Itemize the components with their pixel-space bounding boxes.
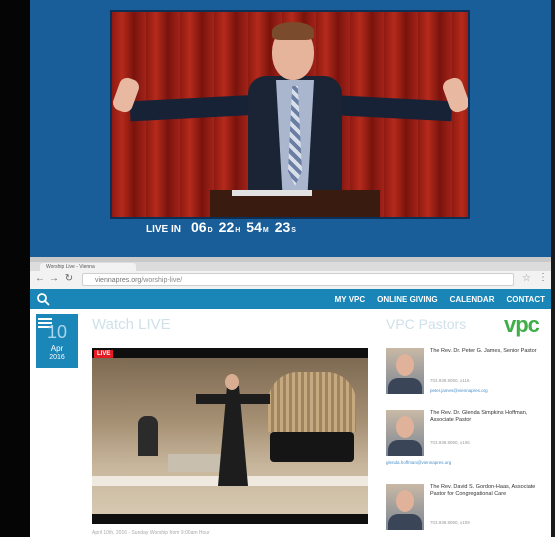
pastor-name: The Rev. David S. Gordon-Haas, Associate… xyxy=(430,484,536,497)
speaker-hair xyxy=(272,22,314,40)
nav-online-giving[interactable]: ONLINE GIVING xyxy=(377,295,437,304)
countdown-hours: 22 xyxy=(218,219,235,235)
countdown-seconds: 23 xyxy=(274,219,291,235)
back-arrow-icon[interactable]: ← xyxy=(34,273,46,285)
pastor-phone: 703.938.9050, x109 xyxy=(430,520,470,525)
tab-strip: Worship Live - Vienna xyxy=(30,262,551,271)
sanctuary-scene xyxy=(92,358,368,514)
countdown-seconds-unit: S xyxy=(291,227,296,234)
video-caption: April 10th, 2016 - Sunday Worship from 9… xyxy=(92,530,210,536)
date-year: 2016 xyxy=(49,354,65,361)
bookmark-star-icon[interactable]: ☆ xyxy=(522,273,531,284)
pastor-card: The Rev. David S. Gordon-Haas, Associate… xyxy=(386,484,546,537)
search-icon[interactable] xyxy=(36,292,50,306)
pastor-name: The Rev. Dr. Peter G. James, Senior Past… xyxy=(430,348,537,354)
nav-calendar[interactable]: CALENDAR xyxy=(450,295,495,304)
browser-menu-icon[interactable]: ⋮ xyxy=(538,272,548,283)
pastor-card: The Rev. Dr. Peter G. James, Senior Past… xyxy=(386,348,546,408)
pastor-photo xyxy=(386,410,424,456)
vpc-logo[interactable]: vpc xyxy=(504,312,540,338)
organ-pipes xyxy=(268,372,356,432)
address-bar[interactable]: viennapres.org/worship-live/ xyxy=(82,273,514,286)
pastor-phone: 703.938.9050, x116 xyxy=(430,378,470,383)
pastor-head xyxy=(225,374,239,390)
pastors-heading: VPC Pastors xyxy=(386,316,467,332)
webcam-video[interactable] xyxy=(110,10,470,219)
forward-arrow-icon[interactable]: → xyxy=(48,273,60,285)
date-day: 10 xyxy=(46,322,68,342)
live-badge: LIVE xyxy=(94,350,114,358)
live-video-player[interactable]: LIVE xyxy=(92,348,368,524)
browser-tab[interactable]: Worship Live - Vienna xyxy=(40,263,136,271)
right-border xyxy=(551,0,555,537)
left-black-border xyxy=(0,0,30,537)
live-countdown: LIVE IN 06 D 22 H 54 M 23 S xyxy=(146,219,302,235)
countdown-label: LIVE IN xyxy=(146,224,182,235)
seated-person xyxy=(138,416,158,456)
date-block: 10 Apr 2016 xyxy=(36,314,78,368)
pastor-email[interactable]: glenda.hoffman@viennapres.org xyxy=(386,460,451,465)
browser-toolbar: ← → ↻ viennapres.org/worship-live/ ☆ ⋮ xyxy=(30,271,551,290)
site-navigation-bar: MY VPC ONLINE GIVING CALENDAR CONTACT xyxy=(30,289,551,309)
countdown-days-unit: D xyxy=(207,227,213,234)
pastor-photo xyxy=(386,348,424,394)
date-month: Apr xyxy=(50,344,64,353)
watch-live-heading: Watch LIVE xyxy=(92,316,171,333)
nav-my-vpc[interactable]: MY VPC xyxy=(335,295,366,304)
pastor-name: The Rev. Dr. Glenda Simpkins Hoffman, As… xyxy=(430,410,528,423)
webcam-screen: LIVE IN 06 D 22 H 54 M 23 S xyxy=(30,0,551,257)
pastor-card: The Rev. Dr. Glenda Simpkins Hoffman, As… xyxy=(386,410,546,470)
countdown-minutes: 54 xyxy=(246,219,262,235)
url-path: /worship-live/ xyxy=(141,277,183,284)
countdown-minutes-unit: M xyxy=(262,227,269,234)
grand-piano xyxy=(270,432,354,462)
url-domain: viennapres.org xyxy=(95,277,142,284)
pastor-photo xyxy=(386,484,424,530)
pastor-phone: 703.938.9050, x106 xyxy=(430,440,470,445)
reload-icon[interactable]: ↻ xyxy=(63,273,75,285)
podium-papers xyxy=(232,190,312,196)
site-nav-links: MY VPC ONLINE GIVING CALENDAR CONTACT xyxy=(323,289,545,309)
nav-contact[interactable]: CONTACT xyxy=(506,295,545,304)
browser-window: Worship Live - Vienna ← → ↻ viennapres.o… xyxy=(30,262,551,537)
pastor-email[interactable]: peter.james@viennapres.org xyxy=(430,388,488,393)
countdown-days: 06 xyxy=(191,219,207,235)
countdown-hours-unit: H xyxy=(235,227,241,234)
